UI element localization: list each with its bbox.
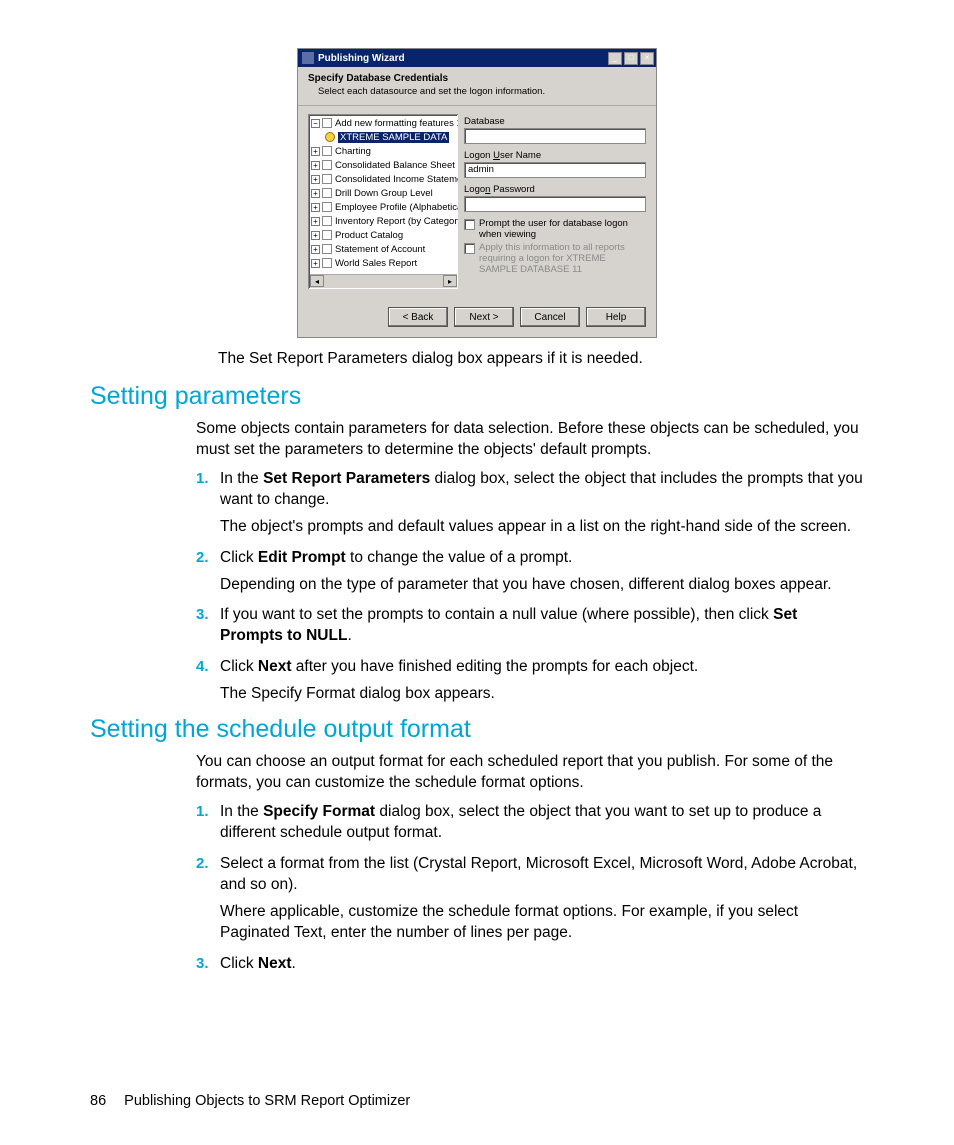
database-field[interactable]	[464, 128, 646, 144]
datasource-tree[interactable]: −Add new formatting features 1 XTREME SA…	[308, 114, 458, 289]
tree-item[interactable]: +Charting	[311, 145, 458, 159]
back-button[interactable]: < Back	[388, 307, 448, 327]
checkbox-label: Apply this information to all reports re…	[479, 242, 646, 275]
tree-item[interactable]: +Statement of Account	[311, 243, 458, 257]
tree-item[interactable]: +Employee Profile (Alphabetica	[311, 201, 458, 215]
dialog-button-row: < Back Next > Cancel Help	[298, 299, 656, 337]
dialog-header-title: Specify Database Credentials	[308, 73, 646, 84]
prompt-user-checkbox-row[interactable]: Prompt the user for database logon when …	[464, 218, 646, 240]
database-label: Database	[464, 116, 646, 127]
heading-setting-parameters: Setting parameters	[90, 382, 864, 411]
next-button[interactable]: Next >	[454, 307, 514, 327]
dialog-header: Specify Database Credentials Select each…	[298, 67, 656, 106]
page-number: 86	[90, 1093, 106, 1109]
step-item: 3.If you want to set the prompts to cont…	[196, 605, 864, 647]
figure-caption: The Set Report Parameters dialog box app…	[218, 350, 864, 368]
logon-form: Database Logon User Name admin Logon Pas…	[464, 114, 646, 289]
scroll-right-icon[interactable]: ▸	[443, 275, 457, 287]
minimize-icon[interactable]: _	[608, 52, 622, 65]
step-item: 1.In the Set Report Parameters dialog bo…	[196, 469, 864, 538]
password-field[interactable]	[464, 196, 646, 212]
paragraph: You can choose an output format for each…	[196, 752, 864, 794]
dialog-header-subtitle: Select each datasource and set the logon…	[308, 86, 646, 97]
steps-list: 1.In the Set Report Parameters dialog bo…	[196, 469, 864, 705]
tree-item[interactable]: +Consolidated Income Stateme	[311, 173, 458, 187]
tree-item[interactable]: +World Sales Report	[311, 257, 458, 271]
scroll-left-icon[interactable]: ◂	[310, 275, 324, 287]
checkbox-icon[interactable]	[464, 219, 475, 230]
username-label: Logon User Name	[464, 150, 646, 161]
tree-root[interactable]: −Add new formatting features 1	[311, 117, 458, 131]
paragraph: Some objects contain parameters for data…	[196, 419, 864, 461]
page-footer: 86 Publishing Objects to SRM Report Opti…	[90, 1093, 410, 1109]
publishing-wizard-dialog: Publishing Wizard _ □ × Specify Database…	[297, 48, 657, 338]
username-field[interactable]: admin	[464, 162, 646, 178]
horizontal-scrollbar[interactable]: ◂ ▸	[310, 274, 457, 288]
apply-all-checkbox-row: Apply this information to all reports re…	[464, 242, 646, 275]
cancel-button[interactable]: Cancel	[520, 307, 580, 327]
maximize-icon[interactable]: □	[624, 52, 638, 65]
tree-item[interactable]: +Drill Down Group Level	[311, 187, 458, 201]
app-icon	[302, 52, 314, 64]
dialog-title: Publishing Wizard	[318, 53, 606, 64]
step-item: 4.Click Next after you have finished edi…	[196, 657, 864, 705]
close-icon[interactable]: ×	[640, 52, 654, 65]
step-item: 1.In the Specify Format dialog box, sele…	[196, 802, 864, 844]
step-item: 2.Select a format from the list (Crystal…	[196, 854, 864, 944]
chapter-title: Publishing Objects to SRM Report Optimiz…	[124, 1093, 410, 1109]
dialog-titlebar: Publishing Wizard _ □ ×	[298, 49, 656, 67]
help-button[interactable]: Help	[586, 307, 646, 327]
step-item: 3.Click Next.	[196, 954, 864, 975]
step-item: 2.Click Edit Prompt to change the value …	[196, 548, 864, 596]
tree-item-selected[interactable]: XTREME SAMPLE DATA	[311, 131, 458, 145]
tree-item[interactable]: +Product Catalog	[311, 229, 458, 243]
checkbox-label: Prompt the user for database logon when …	[479, 218, 646, 240]
tree-item[interactable]: +Inventory Report (by Category	[311, 215, 458, 229]
steps-list: 1.In the Specify Format dialog box, sele…	[196, 802, 864, 974]
password-label: Logon Password	[464, 184, 646, 195]
tree-item[interactable]: +Consolidated Balance Sheet	[311, 159, 458, 173]
checkbox-icon	[464, 243, 475, 254]
heading-setting-schedule-output-format: Setting the schedule output format	[90, 715, 864, 744]
